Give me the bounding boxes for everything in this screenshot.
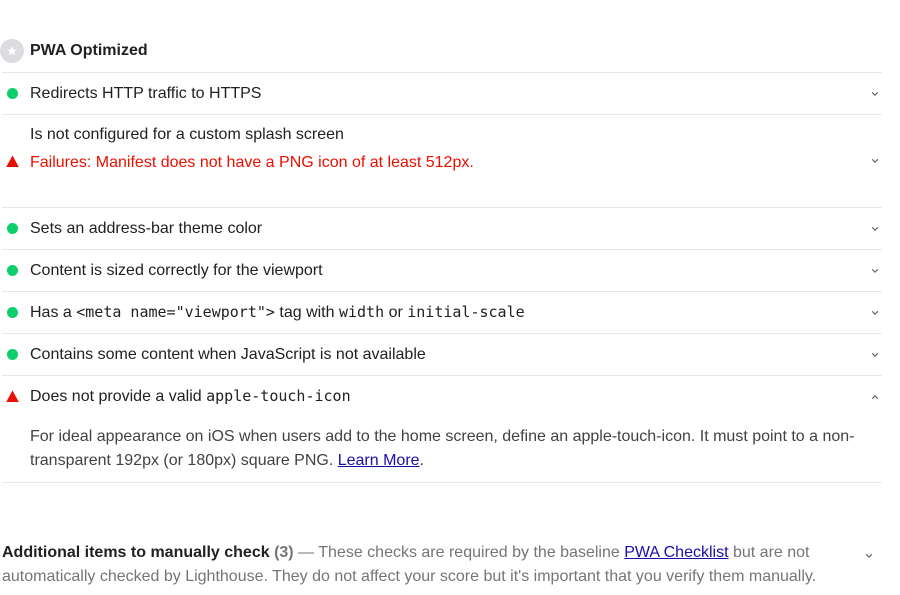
audit-title: Is not configured for a custom splash sc…: [30, 126, 344, 143]
chevron-up-icon[interactable]: [868, 390, 882, 404]
chevron-down-icon[interactable]: [868, 87, 882, 101]
audit-title: Sets an address-bar theme color: [30, 219, 263, 237]
fail-icon: [6, 155, 19, 168]
chevron-down-icon[interactable]: [868, 348, 882, 362]
group-title: PWA Optimized: [30, 42, 148, 59]
audit-https-redirect[interactable]: Redirects HTTP traffic to HTTPS: [2, 72, 882, 114]
manual-dash: —: [298, 544, 315, 561]
pass-icon: [6, 222, 19, 235]
audit-apple-touch-icon[interactable]: Does not provide a valid apple-touch-ico…: [2, 375, 882, 483]
audit-title: Contains some content when JavaScript is…: [30, 345, 426, 363]
chevron-down-icon[interactable]: [868, 222, 882, 236]
learn-more-link[interactable]: Learn More: [338, 452, 420, 469]
audit-description: For ideal appearance on iOS when users a…: [30, 428, 855, 469]
pass-icon: [6, 264, 19, 277]
manual-count: (3): [274, 544, 294, 561]
manual-title: Additional items to manually check: [2, 544, 270, 561]
audit-title: Has a <meta name="viewport"> tag with wi…: [30, 303, 525, 321]
chevron-down-icon[interactable]: [862, 549, 876, 563]
chevron-down-icon[interactable]: [868, 306, 882, 320]
pass-icon: [6, 306, 19, 319]
star-icon: [0, 39, 24, 63]
audit-title: Content is sized correctly for the viewp…: [30, 261, 323, 279]
group-header: PWA Optimized: [0, 38, 148, 64]
pass-icon: [6, 348, 19, 361]
audit-failure-text: Failures: Manifest does not have a PNG i…: [30, 154, 474, 171]
chevron-down-icon[interactable]: [868, 264, 882, 278]
audit-splash-screen[interactable]: Is not configured for a custom splash sc…: [2, 114, 882, 208]
audit-title: Does not provide a valid apple-touch-ico…: [30, 387, 351, 405]
audit-title: Redirects HTTP traffic to HTTPS: [30, 84, 262, 102]
lighthouse-pwa-section: PWA Optimized Redirects HTTP traffic to …: [0, 0, 900, 595]
fail-icon: [6, 390, 19, 403]
audit-viewport-meta[interactable]: Has a <meta name="viewport"> tag with wi…: [2, 291, 882, 333]
audit-without-javascript[interactable]: Contains some content when JavaScript is…: [2, 333, 882, 375]
audit-content-width[interactable]: Content is sized correctly for the viewp…: [2, 249, 882, 291]
pass-icon: [6, 87, 19, 100]
audit-theme-color[interactable]: Sets an address-bar theme color: [2, 207, 882, 249]
manual-checks-summary[interactable]: Additional items to manually check (3) —…: [2, 541, 842, 589]
chevron-down-icon[interactable]: [868, 154, 882, 168]
pwa-checklist-link[interactable]: PWA Checklist: [624, 544, 728, 561]
